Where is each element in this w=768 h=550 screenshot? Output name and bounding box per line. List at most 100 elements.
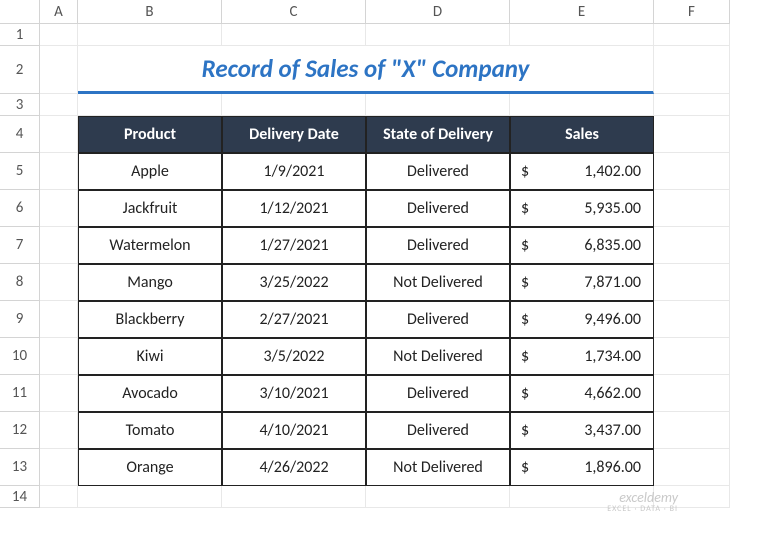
table-cell[interactable]: Delivered	[366, 153, 510, 190]
cell[interactable]	[654, 24, 730, 46]
table-cell[interactable]: 4/10/2021	[222, 412, 366, 449]
cell[interactable]	[78, 486, 222, 508]
table-cell[interactable]: $1,402.00	[510, 153, 654, 190]
col-header-d[interactable]: D	[366, 0, 510, 24]
cell[interactable]	[654, 486, 730, 508]
table-cell[interactable]: Not Delivered	[366, 264, 510, 301]
table-cell[interactable]: Watermelon	[78, 227, 222, 264]
table-cell[interactable]: 1/12/2021	[222, 190, 366, 227]
row-header-9[interactable]: 9	[0, 301, 40, 338]
table-cell[interactable]: Mango	[78, 264, 222, 301]
row-header-10[interactable]: 10	[0, 338, 40, 375]
cell[interactable]	[654, 153, 730, 190]
cell[interactable]	[654, 449, 730, 486]
cell[interactable]	[654, 227, 730, 264]
cell[interactable]	[654, 338, 730, 375]
cell[interactable]	[40, 375, 78, 412]
cell[interactable]	[40, 46, 78, 94]
col-header-e[interactable]: E	[510, 0, 654, 24]
table-cell[interactable]: $1,734.00	[510, 338, 654, 375]
cell[interactable]	[510, 486, 654, 508]
header-date[interactable]: Delivery Date	[222, 116, 366, 153]
cell[interactable]	[510, 24, 654, 46]
row-header-12[interactable]: 12	[0, 412, 40, 449]
cell[interactable]	[40, 116, 78, 153]
row-header-14[interactable]: 14	[0, 486, 40, 508]
page-title[interactable]: Record of Sales of "X" Company	[78, 46, 654, 94]
cell[interactable]	[40, 486, 78, 508]
col-header-f[interactable]: F	[654, 0, 730, 24]
row-header-13[interactable]: 13	[0, 449, 40, 486]
table-cell[interactable]: Avocado	[78, 375, 222, 412]
table-cell[interactable]: 3/5/2022	[222, 338, 366, 375]
table-cell[interactable]: $3,437.00	[510, 412, 654, 449]
row-header-2[interactable]: 2	[0, 46, 40, 94]
cell[interactable]	[40, 264, 78, 301]
cell[interactable]	[40, 227, 78, 264]
table-cell[interactable]: $9,496.00	[510, 301, 654, 338]
table-cell[interactable]: 4/26/2022	[222, 449, 366, 486]
cell[interactable]	[78, 94, 222, 116]
header-state[interactable]: State of Delivery	[366, 116, 510, 153]
cell[interactable]	[222, 24, 366, 46]
table-cell[interactable]: Kiwi	[78, 338, 222, 375]
table-cell[interactable]: 2/27/2021	[222, 301, 366, 338]
cell[interactable]	[366, 94, 510, 116]
table-cell[interactable]: Orange	[78, 449, 222, 486]
row-header-6[interactable]: 6	[0, 190, 40, 227]
cell[interactable]	[222, 94, 366, 116]
row-header-3[interactable]: 3	[0, 94, 40, 116]
row-header-4[interactable]: 4	[0, 116, 40, 153]
col-header-b[interactable]: B	[78, 0, 222, 24]
corner-select[interactable]	[0, 0, 40, 24]
cell[interactable]	[40, 153, 78, 190]
header-sales[interactable]: Sales	[510, 116, 654, 153]
cell[interactable]	[222, 486, 366, 508]
table-cell[interactable]: 3/25/2022	[222, 264, 366, 301]
table-cell[interactable]: $5,935.00	[510, 190, 654, 227]
col-header-a[interactable]: A	[40, 0, 78, 24]
cell[interactable]	[654, 301, 730, 338]
cell[interactable]	[366, 24, 510, 46]
row-header-11[interactable]: 11	[0, 375, 40, 412]
row-header-5[interactable]: 5	[0, 153, 40, 190]
cell[interactable]	[40, 301, 78, 338]
cell[interactable]	[78, 24, 222, 46]
table-cell[interactable]: Delivered	[366, 227, 510, 264]
cell[interactable]	[40, 449, 78, 486]
table-cell[interactable]: Apple	[78, 153, 222, 190]
row-header-1[interactable]: 1	[0, 24, 40, 46]
col-header-c[interactable]: C	[222, 0, 366, 24]
cell[interactable]	[654, 190, 730, 227]
cell[interactable]	[40, 24, 78, 46]
row-header-7[interactable]: 7	[0, 227, 40, 264]
table-cell[interactable]: Delivered	[366, 301, 510, 338]
cell[interactable]	[654, 412, 730, 449]
table-cell[interactable]: $4,662.00	[510, 375, 654, 412]
cell[interactable]	[40, 94, 78, 116]
table-cell[interactable]: Delivered	[366, 375, 510, 412]
table-cell[interactable]: Delivered	[366, 190, 510, 227]
table-cell[interactable]: 3/10/2021	[222, 375, 366, 412]
cell[interactable]	[654, 264, 730, 301]
table-cell[interactable]: $7,871.00	[510, 264, 654, 301]
row-header-8[interactable]: 8	[0, 264, 40, 301]
table-cell[interactable]: $6,835.00	[510, 227, 654, 264]
cell[interactable]	[510, 94, 654, 116]
table-cell[interactable]: 1/9/2021	[222, 153, 366, 190]
cell[interactable]	[654, 46, 730, 94]
cell[interactable]	[40, 412, 78, 449]
table-cell[interactable]: Jackfruit	[78, 190, 222, 227]
table-cell[interactable]: Not Delivered	[366, 449, 510, 486]
cell[interactable]	[366, 486, 510, 508]
cell[interactable]	[654, 375, 730, 412]
table-cell[interactable]: 1/27/2021	[222, 227, 366, 264]
table-cell[interactable]: Not Delivered	[366, 338, 510, 375]
cell[interactable]	[654, 116, 730, 153]
table-cell[interactable]: $1,896.00	[510, 449, 654, 486]
cell[interactable]	[40, 338, 78, 375]
table-cell[interactable]: Tomato	[78, 412, 222, 449]
cell[interactable]	[654, 94, 730, 116]
cell[interactable]	[40, 190, 78, 227]
header-product[interactable]: Product	[78, 116, 222, 153]
